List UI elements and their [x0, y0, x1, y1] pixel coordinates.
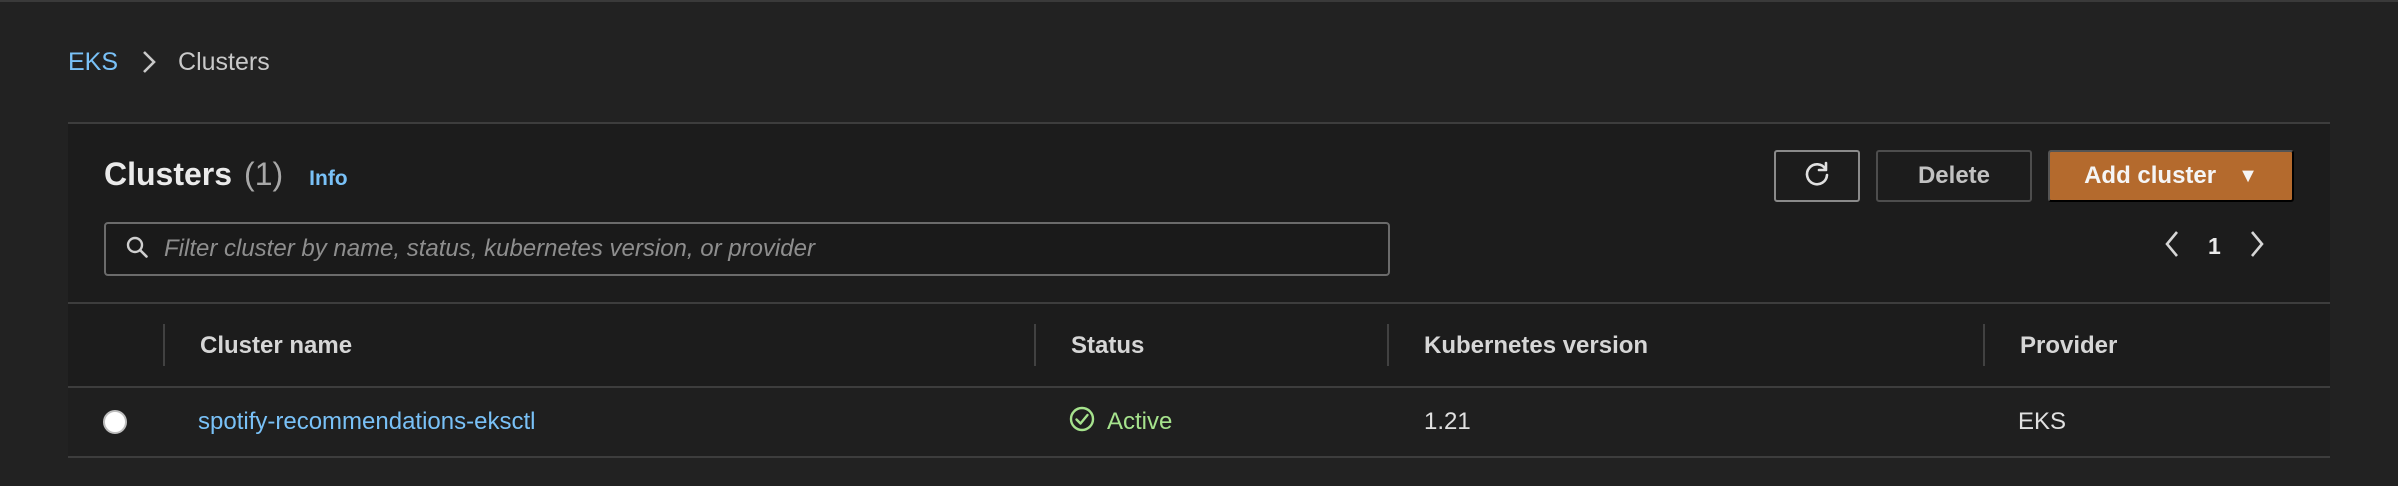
column-divider: [1983, 324, 1985, 366]
refresh-icon: [1802, 160, 1832, 193]
breadcrumb: EKS Clusters: [68, 44, 270, 80]
search-icon: [126, 236, 148, 263]
row-radio-button[interactable]: [103, 410, 127, 434]
refresh-button[interactable]: [1774, 150, 1860, 202]
cluster-count: (1): [244, 156, 284, 192]
breadcrumb-current: Clusters: [178, 47, 270, 76]
add-cluster-label: Add cluster: [2084, 162, 2217, 189]
panel-header: Clusters (1) Info Filter cluster by name…: [68, 124, 2330, 302]
cluster-name-cell: spotify-recommendations-eksctl: [198, 388, 535, 456]
caret-down-icon: ▼: [2238, 164, 2258, 187]
column-divider: [1034, 324, 1036, 366]
column-header-cluster-name[interactable]: Cluster name: [200, 304, 352, 388]
kubernetes-version-cell: 1.21: [1424, 408, 1471, 435]
check-circle-icon: [1069, 406, 1095, 439]
breadcrumb-eks-link[interactable]: EKS: [68, 48, 118, 77]
add-cluster-button[interactable]: Add cluster ▼: [2048, 150, 2294, 202]
delete-button[interactable]: Delete: [1876, 150, 2032, 202]
panel-title-row: Clusters (1) Info: [104, 156, 348, 193]
previous-page-icon[interactable]: [2164, 230, 2180, 263]
eks-clusters-page: EKS Clusters Clusters (1) Info Filter cl…: [0, 0, 2398, 486]
row-select-cell: [103, 388, 127, 456]
pagination: 1: [2164, 218, 2265, 274]
column-divider: [163, 324, 165, 366]
column-header-status[interactable]: Status: [1071, 304, 1144, 388]
cluster-name-link[interactable]: spotify-recommendations-eksctl: [198, 408, 535, 436]
search-field[interactable]: [104, 222, 1390, 276]
status-text: Active: [1107, 408, 1173, 435]
clusters-table: Cluster name Status Kubernetes version P…: [68, 302, 2330, 458]
table-row[interactable]: spotify-recommendations-eksctl Active 1.…: [68, 388, 2330, 458]
info-link[interactable]: Info: [309, 167, 347, 191]
top-divider: [0, 0, 2398, 2]
provider-cell: EKS: [2018, 408, 2067, 435]
column-header-provider[interactable]: Provider: [2020, 304, 2117, 388]
page-title: Clusters: [104, 156, 233, 192]
search-input[interactable]: [164, 235, 1388, 263]
page-number[interactable]: 1: [2208, 233, 2221, 260]
status-cell: Active: [1069, 388, 1172, 456]
table-header: Cluster name Status Kubernetes version P…: [68, 302, 2330, 388]
clusters-panel: Clusters (1) Info Filter cluster by name…: [68, 122, 2330, 458]
column-divider: [1387, 324, 1389, 366]
status-badge: Active: [1069, 406, 1172, 439]
column-header-kubernetes-version[interactable]: Kubernetes version: [1424, 304, 1648, 388]
chevron-right-icon: [142, 50, 156, 74]
next-page-icon[interactable]: [2249, 230, 2265, 263]
